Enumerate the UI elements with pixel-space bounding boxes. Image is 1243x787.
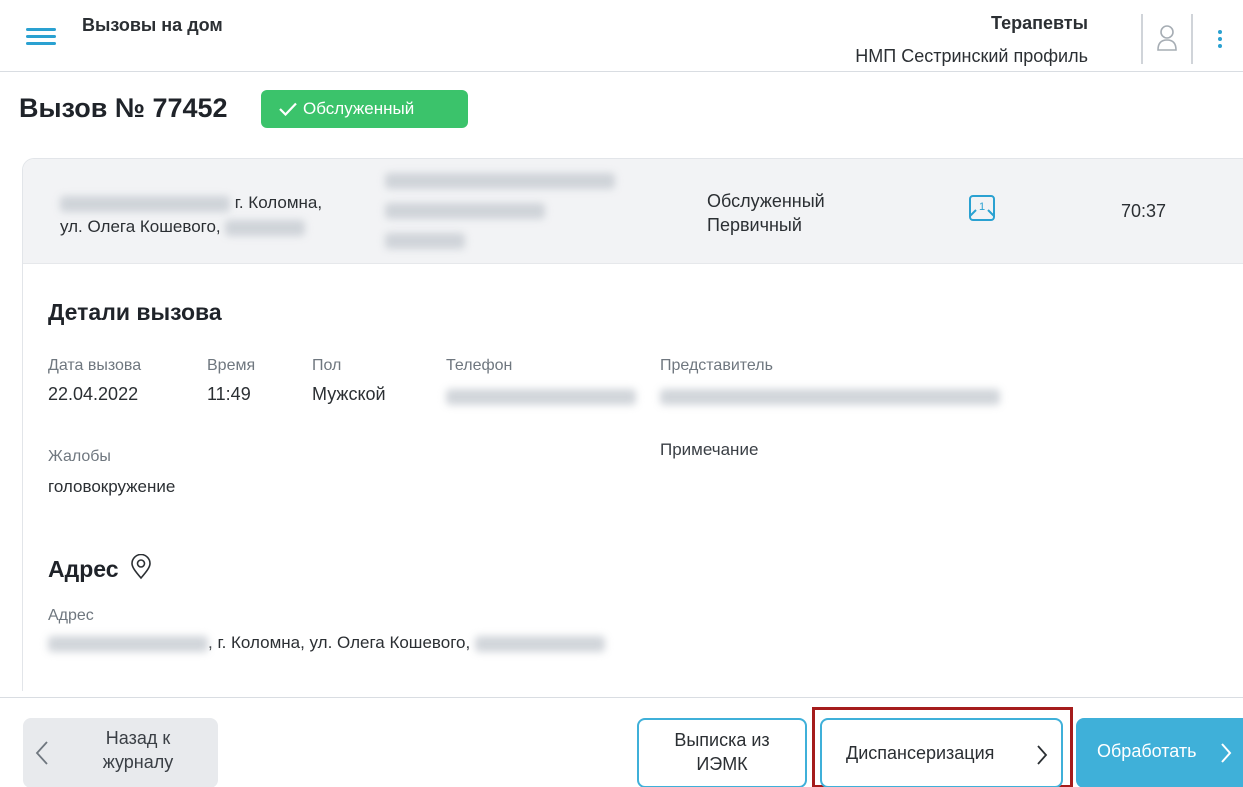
top-bar: Вызовы на дом Терапевты НМП Сестринский … [0, 0, 1243, 72]
address-heading: Адрес [48, 553, 153, 583]
iemk-extract-button[interactable]: Выписка из ИЭМК [637, 718, 807, 787]
call-summary-row[interactable]: г. Коломна, ул. Олега Кошевого, Обслужен… [23, 159, 1243, 264]
representative-value-redacted [660, 389, 1000, 405]
chevron-right-icon [1221, 743, 1232, 763]
summary-timer: 70:37 [1121, 201, 1167, 221]
sex-value: Мужской [312, 384, 386, 404]
summary-patient-name [385, 173, 625, 263]
profile-name[interactable]: НМП Сестринский профиль [855, 46, 1088, 67]
date-label: Дата вызова [48, 357, 142, 374]
redacted-text [60, 195, 230, 212]
complaints-value: головокружение [48, 477, 176, 496]
back-to-journal-button[interactable]: Назад к журналу [23, 718, 218, 787]
representative-label: Представитель [660, 357, 773, 374]
phone-value-redacted [446, 389, 636, 405]
time-label: Время [207, 357, 256, 374]
chevron-right-icon [1037, 745, 1048, 765]
address-value: , г. Коломна, ул. Олега Кошевого, [48, 633, 605, 653]
phone-label: Телефон [446, 357, 513, 374]
call-card: г. Коломна, ул. Олега Кошевого, Обслужен… [22, 158, 1243, 691]
note-label: Примечание [660, 440, 759, 459]
primary-call-icon: 1 [967, 193, 997, 228]
redacted-text [225, 219, 306, 236]
page-title: Вызовы на дом [82, 15, 223, 35]
chevron-left-icon [35, 741, 48, 765]
process-button[interactable]: Обработать [1076, 718, 1243, 787]
date-value: 22.04.2022 [48, 384, 139, 404]
status-badge-label: Обслуженный [303, 99, 415, 118]
time-value: 11:49 [207, 384, 251, 404]
svg-text:1: 1 [979, 201, 985, 213]
details-heading: Детали вызова [48, 299, 222, 325]
summary-status: Обслуженный Первичный [707, 191, 825, 235]
action-bar: Назад к журналу Выписка из ИЭМК Диспансе… [0, 697, 1243, 787]
dispensary-button[interactable]: Диспансеризация [820, 718, 1063, 787]
department-name[interactable]: Терапевты [991, 13, 1088, 34]
menu-icon[interactable] [26, 26, 56, 48]
status-badge: Обслуженный [261, 90, 468, 128]
address-label: Адрес [48, 607, 94, 624]
more-options-icon[interactable] [1213, 30, 1227, 52]
check-icon [279, 102, 297, 116]
call-title: Вызов № 77452 [19, 93, 228, 123]
sex-label: Пол [312, 357, 342, 374]
complaints-label: Жалобы [48, 448, 111, 465]
user-avatar-icon[interactable] [1141, 14, 1193, 64]
location-pin-icon[interactable] [129, 553, 153, 580]
summary-address: г. Коломна, ул. Олега Кошевого, [60, 193, 323, 236]
